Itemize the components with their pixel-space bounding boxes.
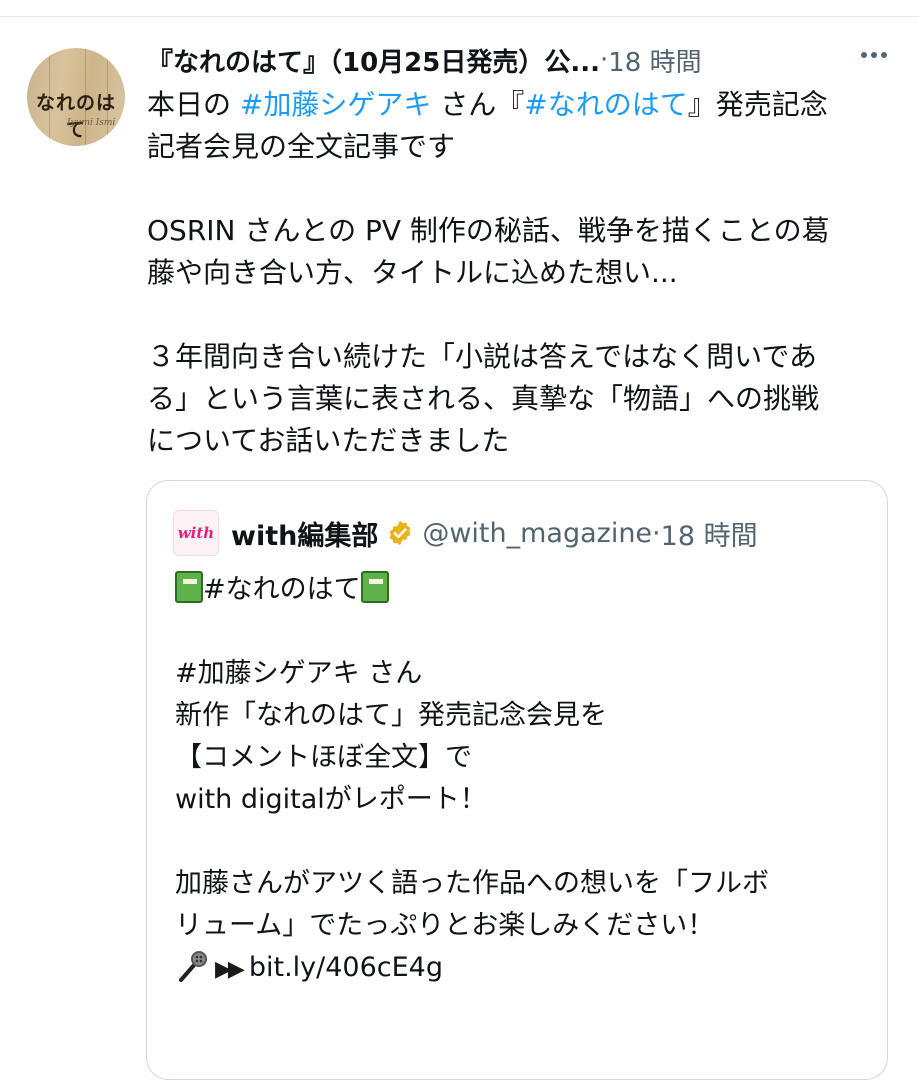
book-icon [175,571,203,603]
verified-icon [389,520,411,546]
quoted-text-line: 加藤さんがアツく語った作品への想いを「フルボ [175,868,769,899]
quoted-text-line: 【コメントほぼ全文】で [175,742,472,773]
quoted-author-name[interactable]: with編集部 [231,514,378,553]
tweet-text-segment: 記者会見の全文記事です [147,130,456,163]
quoted-link-line: ▶▶ bit.ly/406cE4g [175,947,875,991]
quoted-tweet-card[interactable]: with with編集部 @with_magazine · 18 時間 #なれの… [146,480,888,1080]
quoted-text-line: with digitalがレポート！ [175,784,487,815]
avatar-signature: Iyumi Ismi [67,118,116,128]
tweet-text-line: についてお話いただきました [147,420,907,462]
mic-icon [179,951,207,982]
hashtag-link[interactable]: #加藤シゲアキ [240,88,431,121]
author-display-name[interactable]: 『なれのはて』（10月25日発売）公... [147,42,600,79]
tweet-text-segment: 本日の [147,88,240,121]
tweet-text-segment: 藤や向き合い方、タイトルに込めた想い... [147,256,678,289]
quoted-hashtag-line[interactable]: #なれのはて [203,574,361,605]
tweet-text-segment: さん『 [431,88,525,121]
top-divider [0,16,919,17]
quoted-link[interactable]: bit.ly/406cE4g [249,952,443,983]
tweet-text-segment: ３年間向き合い続けた「小説は答えではなく問いであ [147,340,818,373]
quoted-author-handle[interactable]: @with_magazine [422,518,652,549]
tweet-text-line: ３年間向き合い続けた「小説は答えではなく問いであ [147,336,907,378]
tweet-text-segment: OSRIN さんとの PV 制作の秘話、戦争を描くことの葛 [147,214,830,247]
header-separator: · [600,45,609,75]
quoted-author-avatar[interactable]: with [173,510,219,556]
tweet-header: 『なれのはて』（10月25日発売）公... · 18 時間 [147,40,907,80]
tweet-text-line: OSRIN さんとの PV 制作の秘話、戦争を描くことの葛 [147,210,907,252]
quoted-avatar-text: with [177,524,215,542]
play-icon: ▶▶ [215,957,245,982]
quoted-first-line: #なれのはて [175,569,875,611]
quoted-separator: · [652,517,661,549]
author-avatar[interactable]: なれのはて Iyumi Ismi [27,48,125,146]
quoted-text-line: リューム」でたっぷりとお楽しみください！ [175,910,715,941]
hashtag-link[interactable]: #なれのはて [524,88,687,121]
quoted-tweet-header: with with編集部 @with_magazine · 18 時間 [173,510,758,556]
tweet-text-line: 藤や向き合い方、タイトルに込めた想い... [147,252,907,294]
tweet-text-line: 記者会見の全文記事です [147,126,907,168]
tweet-body: 本日の #加藤シゲアキ さん『#なれのはて』発売記念記者会見の全文記事です OSR… [147,84,907,462]
quoted-tweet-body: #なれのはて #加藤シゲアキ さん新作「なれのはて」発売記念会見を 【コメントほぼ… [175,569,875,991]
quoted-text-lines: #加藤シゲアキ さん新作「なれのはて」発売記念会見を 【コメントほぼ全文】で wit… [175,611,875,947]
tweet-text-segment: る」という言葉に表される、真摯な「物語」への挑戦 [147,382,820,415]
tweet-text-line: る」という言葉に表される、真摯な「物語」への挑戦 [147,378,907,420]
tweet-text-segment: 』発売記念 [687,88,828,121]
tweet-text-segment: についてお話いただきました [147,424,510,457]
avatar-text: なれのはて [35,92,116,141]
quoted-timestamp[interactable]: 18 時間 [661,514,758,553]
more-options-icon[interactable] [861,52,887,58]
tweet-text-line: 本日の #加藤シゲアキ さん『#なれのはて』発売記念 [147,84,907,126]
quoted-text-line: 新作「なれのはて」発売記念会見を [175,700,607,731]
tweet-timestamp[interactable]: 18 時間 [608,42,701,79]
book-icon [360,571,389,603]
quoted-text-line: #加藤シゲアキ さん [175,658,423,689]
